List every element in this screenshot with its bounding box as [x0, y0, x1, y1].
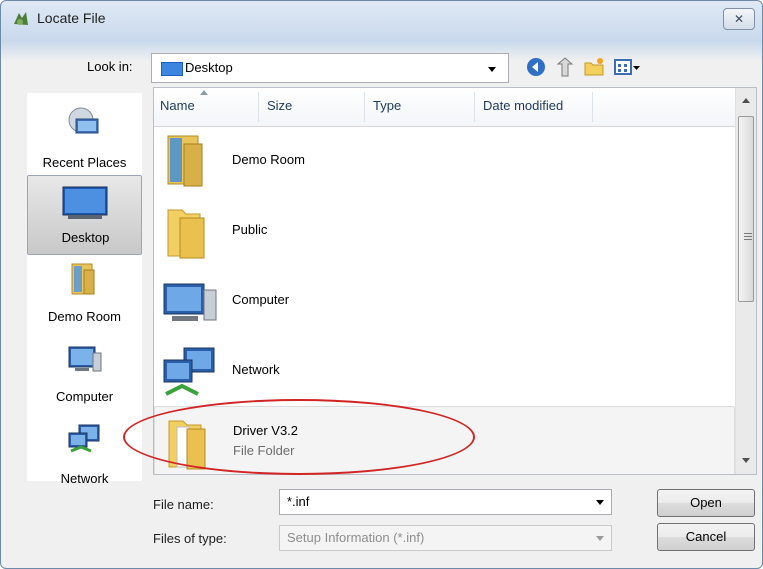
place-desktop[interactable]: Desktop — [27, 175, 142, 255]
place-computer[interactable]: Computer — [27, 337, 142, 409]
chevron-down-icon[interactable] — [488, 67, 496, 72]
demo-room-icon — [71, 263, 95, 295]
up-folder-icon[interactable] — [554, 56, 576, 78]
column-header: Name Size Type Date modified — [154, 88, 735, 127]
place-demo-room[interactable]: Demo Room — [27, 259, 142, 331]
new-folder-icon[interactable] — [583, 56, 605, 78]
place-label: Recent Places — [42, 155, 127, 170]
files-of-type-label: Files of type: — [153, 531, 227, 546]
grip-icon — [744, 233, 752, 242]
computer-icon — [68, 346, 102, 372]
places-bar: Recent Places Desktop Demo Room Computer… — [27, 93, 142, 486]
look-in-dropdown[interactable]: Desktop — [151, 53, 509, 83]
column-divider[interactable] — [258, 92, 259, 122]
vertical-scrollbar[interactable] — [735, 88, 756, 474]
chevron-down-icon[interactable] — [596, 536, 604, 541]
app-icon — [14, 12, 28, 25]
close-button[interactable]: ✕ — [723, 8, 755, 30]
place-label: Network — [60, 471, 109, 486]
annotation-ellipse — [123, 399, 475, 475]
file-name: Demo Room — [232, 152, 305, 167]
folder-icon — [167, 209, 205, 259]
scroll-up-icon[interactable] — [742, 98, 750, 103]
sort-ascending-icon — [200, 90, 208, 95]
recent-places-icon — [68, 107, 99, 134]
locate-file-dialog: Locate File ✕ Look in: Desktop Recent Pl… — [0, 0, 763, 569]
column-type[interactable]: Type — [373, 98, 401, 113]
scroll-thumb[interactable] — [738, 116, 754, 302]
views-icon[interactable] — [613, 56, 641, 78]
demo-room-folder-icon — [167, 135, 203, 187]
place-label: Demo Room — [48, 309, 121, 324]
scroll-down-icon[interactable] — [742, 458, 750, 463]
column-date-modified[interactable]: Date modified — [483, 98, 563, 113]
list-item[interactable]: Demo Room — [154, 126, 735, 196]
list-item[interactable]: Network — [154, 336, 735, 406]
network-icon — [163, 347, 215, 396]
chevron-down-icon[interactable] — [596, 500, 604, 505]
column-divider[interactable] — [592, 92, 593, 122]
column-divider[interactable] — [364, 92, 365, 122]
window-title: Locate File — [37, 10, 106, 26]
file-name: Public — [232, 222, 268, 237]
back-icon[interactable] — [525, 56, 547, 78]
file-name-label: File name: — [153, 497, 214, 512]
file-name-combo[interactable]: *.inf — [279, 489, 612, 515]
column-size[interactable]: Size — [267, 98, 292, 113]
file-name: Computer — [232, 292, 290, 307]
network-icon — [68, 424, 100, 453]
cancel-button[interactable]: Cancel — [657, 523, 755, 551]
list-item[interactable]: Computer — [154, 266, 735, 336]
title-bar: Locate File ✕ — [1, 1, 762, 37]
file-name-input[interactable]: *.inf — [287, 494, 309, 509]
look-in-label: Look in: — [87, 59, 133, 74]
place-label: Computer — [55, 389, 114, 404]
column-name[interactable]: Name — [160, 98, 195, 113]
file-name: Network — [232, 362, 280, 377]
place-label: Desktop — [61, 230, 110, 245]
desktop-icon — [161, 62, 183, 76]
files-of-type-dropdown[interactable]: Setup Information (*.inf) — [279, 525, 612, 551]
open-button[interactable]: Open — [657, 489, 755, 517]
desktop-icon — [62, 186, 108, 219]
list-item[interactable]: Public — [154, 196, 735, 266]
computer-icon — [163, 283, 217, 321]
place-recent-places[interactable]: Recent Places — [27, 101, 142, 173]
column-divider[interactable] — [474, 92, 475, 122]
look-in-value: Desktop — [185, 60, 233, 75]
files-of-type-value: Setup Information (*.inf) — [287, 530, 425, 545]
